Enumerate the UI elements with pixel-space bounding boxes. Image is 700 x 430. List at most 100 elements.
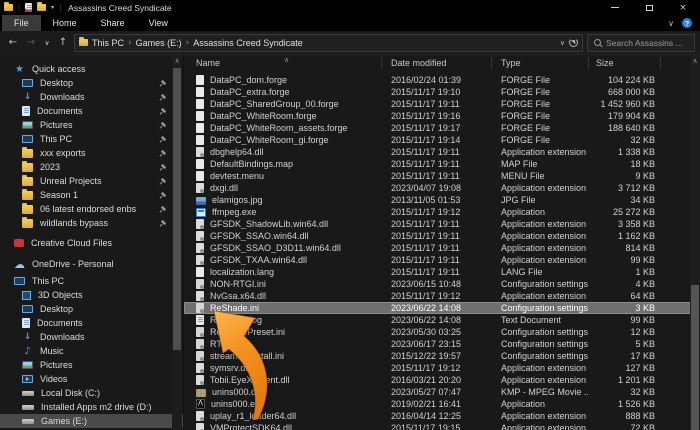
file-row-gfsdk-ssao-win64-dll[interactable]: GFSDK_SSAO.win64.dll2015/11/17 19:11Appl… [184,230,700,242]
sidebar-item-onedrive-personal[interactable]: ☁OneDrive - Personal [0,257,183,271]
file-row-unins000-exe[interactable]: Λunins000.exe2019/02/21 16:41Application… [184,398,700,410]
file-list-scrollbar[interactable]: ∧ [690,55,700,430]
sidebar-item-this-pc[interactable]: This PC [0,132,183,146]
sidebar-scrollbar-thumb[interactable] [173,68,181,350]
file-row-datapc-extra-forge[interactable]: DataPC_extra.forge2015/11/17 19:10FORGE … [184,86,700,98]
star-icon: ★ [14,64,25,75]
file-row-defaultbindings-map[interactable]: DefaultBindings.map2015/11/17 19:11MAP F… [184,158,700,170]
sidebar-item-quick-access[interactable]: ★Quick access [0,62,183,76]
sidebar-item-season-1[interactable]: Season 1 [0,188,183,202]
sidebar-item-wildlands-bypass[interactable]: wildlands bypass [0,216,183,230]
file-list-scrollbar-thumb[interactable] [691,285,699,430]
file-row-dxgi-dll[interactable]: dxgi.dll2023/04/07 19:08Application exte… [184,182,700,194]
qat-dropdown-icon[interactable]: ▾ [51,4,54,11]
file-row-gfsdk-txaa-win64-dll[interactable]: GFSDK_TXAA.win64.dll2015/11/17 19:11Appl… [184,254,700,266]
qat-new-folder-icon[interactable] [37,4,46,11]
file-row-tobii-eyex-client-dll[interactable]: Tobii.EyeX.Client.dll2016/03/21 20:20App… [184,374,700,386]
search-box[interactable]: Search Assassins ... [587,34,695,52]
ribbon-tab-row: FileHomeShareView ∨ ? [0,15,700,31]
maximize-button[interactable] [632,0,666,15]
column-header-type[interactable]: Type [492,57,589,69]
file-row-datapc-whiteroom-forge[interactable]: DataPC_WhiteRoom.forge2015/11/17 19:16FO… [184,110,700,122]
file-type: FORGE File [492,111,589,121]
sidebar-item-pictures[interactable]: Pictures [0,358,183,372]
file-row-gfsdk-ssao-d3d11-win64-dll[interactable]: GFSDK_SSAO_D3D11.win64.dll2015/11/17 19:… [184,242,700,254]
back-icon[interactable]: ← [6,37,20,48]
file-row-gfsdk-shadowlib-win64-dll[interactable]: GFSDK_ShadowLib.win64.dll2015/11/17 19:1… [184,218,700,230]
file-row-streaminginstall-ini[interactable]: streaminginstall.ini2015/12/22 19:57Conf… [184,350,700,362]
scroll-up-icon[interactable]: ∧ [172,55,182,67]
file-row-datapc-sharedgroup-00-forge[interactable]: DataPC_SharedGroup_00.forge2015/11/17 19… [184,98,700,110]
music-icon: ♪ [22,346,33,357]
file-row-ffmpeg-exe[interactable]: ffmpeg.exe2015/11/17 19:12Application25 … [184,206,700,218]
tab-view[interactable]: View [137,15,180,31]
sidebar-item-documents[interactable]: Documents [0,316,183,330]
sidebar-item-xxx-exports[interactable]: xxx exports [0,146,183,160]
column-header-date-modified[interactable]: Date modified [382,57,492,69]
column-header-name[interactable]: Name ∧ [184,57,382,69]
file-row-rtgi-ini[interactable]: RTGI.ini2023/06/17 23:15Configuration se… [184,338,700,350]
sidebar-item-2023[interactable]: 2023 [0,160,183,174]
help-icon[interactable]: ? [682,18,692,28]
sidebar-item-downloads[interactable]: ↓Downloads [0,330,183,344]
file-name: devtest.menu [210,171,264,181]
tab-home[interactable]: Home [41,15,89,31]
file-row-uplay-r1-loader64-dll[interactable]: uplay_r1_loader64.dll2016/04/14 12:25App… [184,410,700,422]
file-row-datapc-whiteroom-assets-forge[interactable]: DataPC_WhiteRoom_assets.forge2015/11/17 … [184,122,700,134]
recent-locations-icon[interactable]: ∨ [42,39,52,47]
file-row-nvgsa-x64-dll[interactable]: NvGsa.x64.dll2015/11/17 19:12Application… [184,290,700,302]
address-dropdown-icon[interactable]: ∨ [560,39,565,47]
sidebar-item-this-pc[interactable]: This PC [0,274,183,288]
sidebar-scrollbar[interactable]: ∧ [172,55,182,430]
file-row-reshade-ini[interactable]: ReShade.ini2023/06/22 14:08Configuration… [184,302,700,314]
file-type: Application extension [492,183,589,193]
column-header-size[interactable]: Size [589,57,661,69]
minimize-button[interactable] [598,0,632,15]
file-row-datapc-dom-forge[interactable]: DataPC_dom.forge2016/02/24 01:39FORGE Fi… [184,74,700,86]
address-bar[interactable]: This PC›Games (E:)›Assassins Creed Syndi… [74,34,583,52]
file-row-elamigos-jpg[interactable]: elamigos.jpg2013/11/05 01:53JPG File34 K… [184,194,700,206]
sidebar-item-downloads[interactable]: ↓Downloads [0,90,183,104]
sidebar-item-desktop[interactable]: Desktop [0,302,183,316]
file-type: Configuration settings [492,279,589,289]
file-row-non-rtgi-ini[interactable]: NON-RTGI.ini2023/06/15 10:48Configuratio… [184,278,700,290]
minimize-ribbon-icon[interactable]: ∨ [668,19,674,28]
file-row-devtest-menu[interactable]: devtest.menu2015/11/17 19:11MENU File9 K… [184,170,700,182]
sidebar-item-creative-cloud-files[interactable]: Creative Cloud Files [0,236,183,250]
file-row-unins000-dat[interactable]: unins000.dat2023/05/27 07:47KMP - MPEG M… [184,386,700,398]
sidebar-item-documents[interactable]: Documents [0,104,183,118]
tab-share[interactable]: Share [89,15,137,31]
breadcrumb-item[interactable]: Assassins Creed Syndicate [193,38,303,48]
qat-properties-icon[interactable] [25,3,32,12]
file-row-datapc-whiteroom-gi-forge[interactable]: DataPC_WhiteRoom_gi.forge2015/11/17 19:1… [184,134,700,146]
file-row-reshade-log[interactable]: ReShade.log2023/06/22 14:08Text Document… [184,314,700,326]
sidebar-item-06-latest-endorsed-enbs[interactable]: 06 latest endorsed enbs [0,202,183,216]
forward-icon[interactable]: → [24,37,38,48]
refresh-icon[interactable] [569,38,578,47]
file-name: DataPC_extra.forge [210,87,290,97]
up-icon[interactable]: ↑ [56,37,70,48]
breadcrumb-item[interactable]: This PC [92,38,124,48]
file-row-dbghelp64-dll[interactable]: dbghelp64.dll2015/11/17 19:11Application… [184,146,700,158]
sidebar-item-music[interactable]: ♪Music [0,344,183,358]
sidebar-item-desktop[interactable]: Desktop [0,76,183,90]
file-row-localization-lang[interactable]: localization.lang2015/11/17 19:11LANG Fi… [184,266,700,278]
breadcrumb-item[interactable]: Games (E:) [136,38,182,48]
video-icon [22,375,33,383]
tab-file[interactable]: File [2,15,41,31]
file-row-reshadepreset-ini[interactable]: ReShadePreset.ini2023/05/30 03:25Configu… [184,326,700,338]
file-row-symsrv-dll[interactable]: symsrv.dll2015/11/17 19:12Application ex… [184,362,700,374]
sidebar-item-installed-apps-m2-drive-d-[interactable]: Installed Apps m2 drive (D:) [0,400,183,414]
sidebar-item-label: This PC [40,134,72,144]
sidebar-item-unreal-projects[interactable]: Unreal Projects [0,174,183,188]
sidebar-item-games-e-[interactable]: Games (E:) [0,414,183,428]
scroll-up-icon[interactable]: ∧ [690,55,700,67]
file-size: 1 338 KB [589,147,661,157]
sidebar-item-videos[interactable]: Videos [0,372,183,386]
sidebar-item-3d-objects[interactable]: 3D Objects [0,288,183,302]
sidebar-item-pictures[interactable]: Pictures [0,118,183,132]
sidebar-item-local-disk-c-[interactable]: Local Disk (C:) [0,386,183,400]
page-file-icon [196,135,204,145]
close-button[interactable]: × [666,0,700,15]
file-row-vmprotectsdk64-dll[interactable]: VMProtectSDK64.dll2015/11/17 19:15Applic… [184,422,700,430]
